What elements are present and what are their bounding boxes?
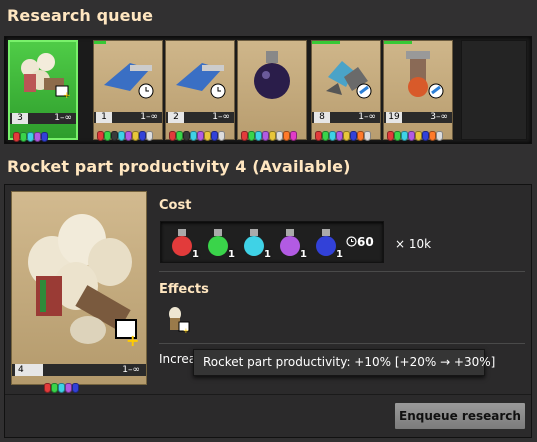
research-queue-title: Research queue [7, 6, 154, 25]
level-badge: 4 [15, 364, 43, 376]
queue-item-drill-productivity[interactable]: 19 3–∞ [383, 40, 453, 141]
automation-science-pack-icon: 1 [167, 227, 199, 260]
level-badge: 8 [314, 112, 330, 123]
science-packs [315, 126, 371, 141]
technology-details: + 4 1–∞ Cost 1 1 1 1 1 60 × 10k Effects … [4, 184, 532, 438]
weapon-icon [104, 63, 154, 99]
level-range: 3–∞ [430, 112, 448, 122]
cost-multiplier: × 10k [395, 237, 432, 251]
level-range: 1–∞ [212, 112, 230, 122]
queue-item-mining-productivity[interactable]: 8 1–∞ [311, 40, 381, 141]
science-packs [241, 126, 297, 141]
svg-text:+: + [63, 91, 71, 101]
rocket-part-icon: + [28, 214, 139, 350]
weapon-icon [176, 63, 226, 99]
queue-item-weapon-upgrade-1[interactable]: 1 1–∞ [93, 40, 163, 141]
effect-tooltip: Rocket part productivity: +10% [+20% → +… [193, 349, 495, 376]
queue-item-flask-tech[interactable] [237, 40, 307, 141]
cost-heading: Cost [159, 198, 192, 213]
research-queue: + 3 1–∞ 1 1–∞ 2 1–∞ 8 1–∞ 19 3–∞ [4, 36, 532, 144]
level-range: 1–∞ [122, 365, 140, 375]
rocket-part-productivity-effect-icon[interactable]: + [165, 306, 191, 334]
science-packs [169, 126, 225, 141]
science-packs [97, 126, 153, 141]
level-badge: 1 [96, 112, 112, 123]
enqueue-research-button[interactable]: Enqueue research [394, 402, 526, 430]
level-range: 1–∞ [358, 112, 376, 122]
svg-text:+: + [183, 327, 189, 334]
technology-title: Rocket part productivity 4 (Available) [7, 157, 351, 176]
queue-item-rocket-part-productivity[interactable]: + 3 1–∞ [8, 40, 78, 142]
cost-list: 1 1 1 1 1 60 [160, 221, 384, 263]
utility-science-pack-icon: 1 [311, 227, 343, 260]
science-packs [387, 126, 443, 141]
logistic-science-pack-icon: 1 [203, 227, 235, 260]
clock-icon [346, 236, 357, 247]
technology-card: + 4 1–∞ [11, 191, 147, 393]
effects-heading: Effects [159, 282, 209, 297]
chemical-science-pack-icon: 1 [239, 227, 271, 260]
divider [159, 343, 525, 344]
level-badge: 19 [386, 112, 402, 123]
research-time: 60 [346, 235, 374, 249]
rocket-part-icon: + [21, 53, 71, 101]
flask-icon [254, 51, 290, 99]
divider [5, 394, 531, 395]
level-range: 1–∞ [54, 113, 72, 123]
mining-icon [326, 61, 372, 99]
svg-text:+: + [126, 331, 139, 350]
level-badge: 2 [168, 112, 184, 123]
science-packs [13, 127, 48, 142]
queue-item-weapon-upgrade-2[interactable]: 2 1–∞ [165, 40, 235, 141]
empty-queue-slot [461, 40, 527, 140]
divider [159, 271, 525, 272]
effect-description: Increa [159, 352, 197, 366]
level-badge: 3 [12, 113, 28, 124]
production-science-pack-icon: 1 [275, 227, 307, 260]
level-range: 1–∞ [140, 112, 158, 122]
drill-icon [406, 51, 444, 99]
